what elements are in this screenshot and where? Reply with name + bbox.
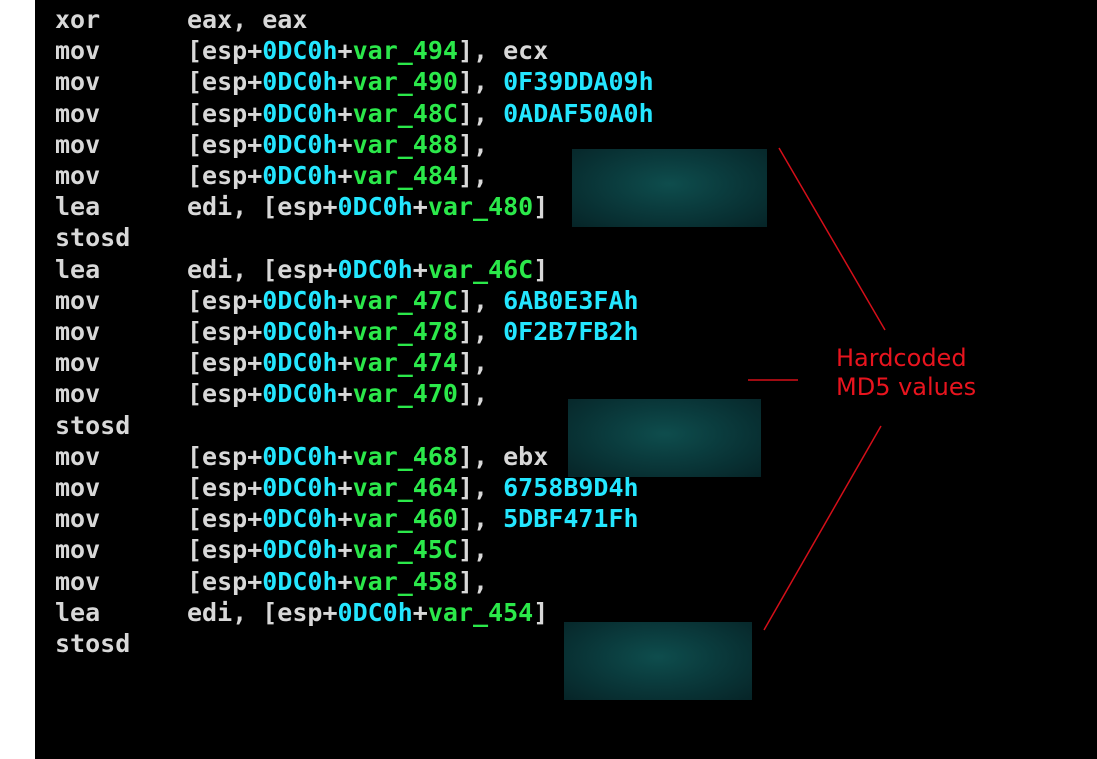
annotation-label: Hardcoded MD5 values [836, 344, 1006, 402]
annotation-line: Hardcoded [836, 344, 967, 372]
annotation-pointer-line [778, 147, 886, 331]
annotation-line: MD5 values [836, 373, 977, 401]
annotation-pointer-line [763, 425, 882, 631]
disassembly-view: xor eax, eax mov [esp+0DC0h+var_494], ecx mo… [35, 0, 1097, 759]
